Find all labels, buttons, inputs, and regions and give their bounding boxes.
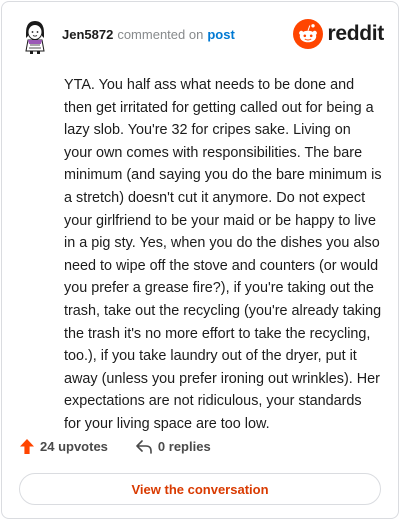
reply-count: 0 replies: [157, 439, 211, 454]
comment-body: YTA. You half ass what needs to be done …: [64, 77, 382, 432]
view-conversation-button[interactable]: View the conversation: [19, 473, 381, 505]
upvote-arrow-icon: [20, 439, 34, 454]
comment-header: Jen5872 commented on post reddit: [16, 16, 384, 54]
comment-meta: Jen5872 commented on post: [62, 27, 235, 42]
username-link[interactable]: Jen5872: [62, 27, 113, 42]
reply-arrow-icon: [136, 439, 152, 454]
commented-on-text: commented on: [117, 26, 204, 42]
reddit-brand[interactable]: reddit: [293, 19, 384, 49]
reddit-logo-icon: [293, 19, 324, 49]
avatar-icon: [25, 21, 45, 54]
comment-actions: 24 upvotes 0 replies: [20, 439, 211, 454]
reddit-wordmark: reddit: [327, 22, 384, 45]
upvote-button[interactable]: 24 upvotes: [20, 439, 108, 454]
comment-card: Jen5872 commented on post reddit YTA. Yo…: [1, 1, 399, 519]
reply-button[interactable]: 0 replies: [136, 439, 211, 454]
avatar[interactable]: [16, 16, 54, 54]
upvote-count: 24 upvotes: [40, 439, 108, 454]
post-link[interactable]: post: [207, 27, 234, 42]
